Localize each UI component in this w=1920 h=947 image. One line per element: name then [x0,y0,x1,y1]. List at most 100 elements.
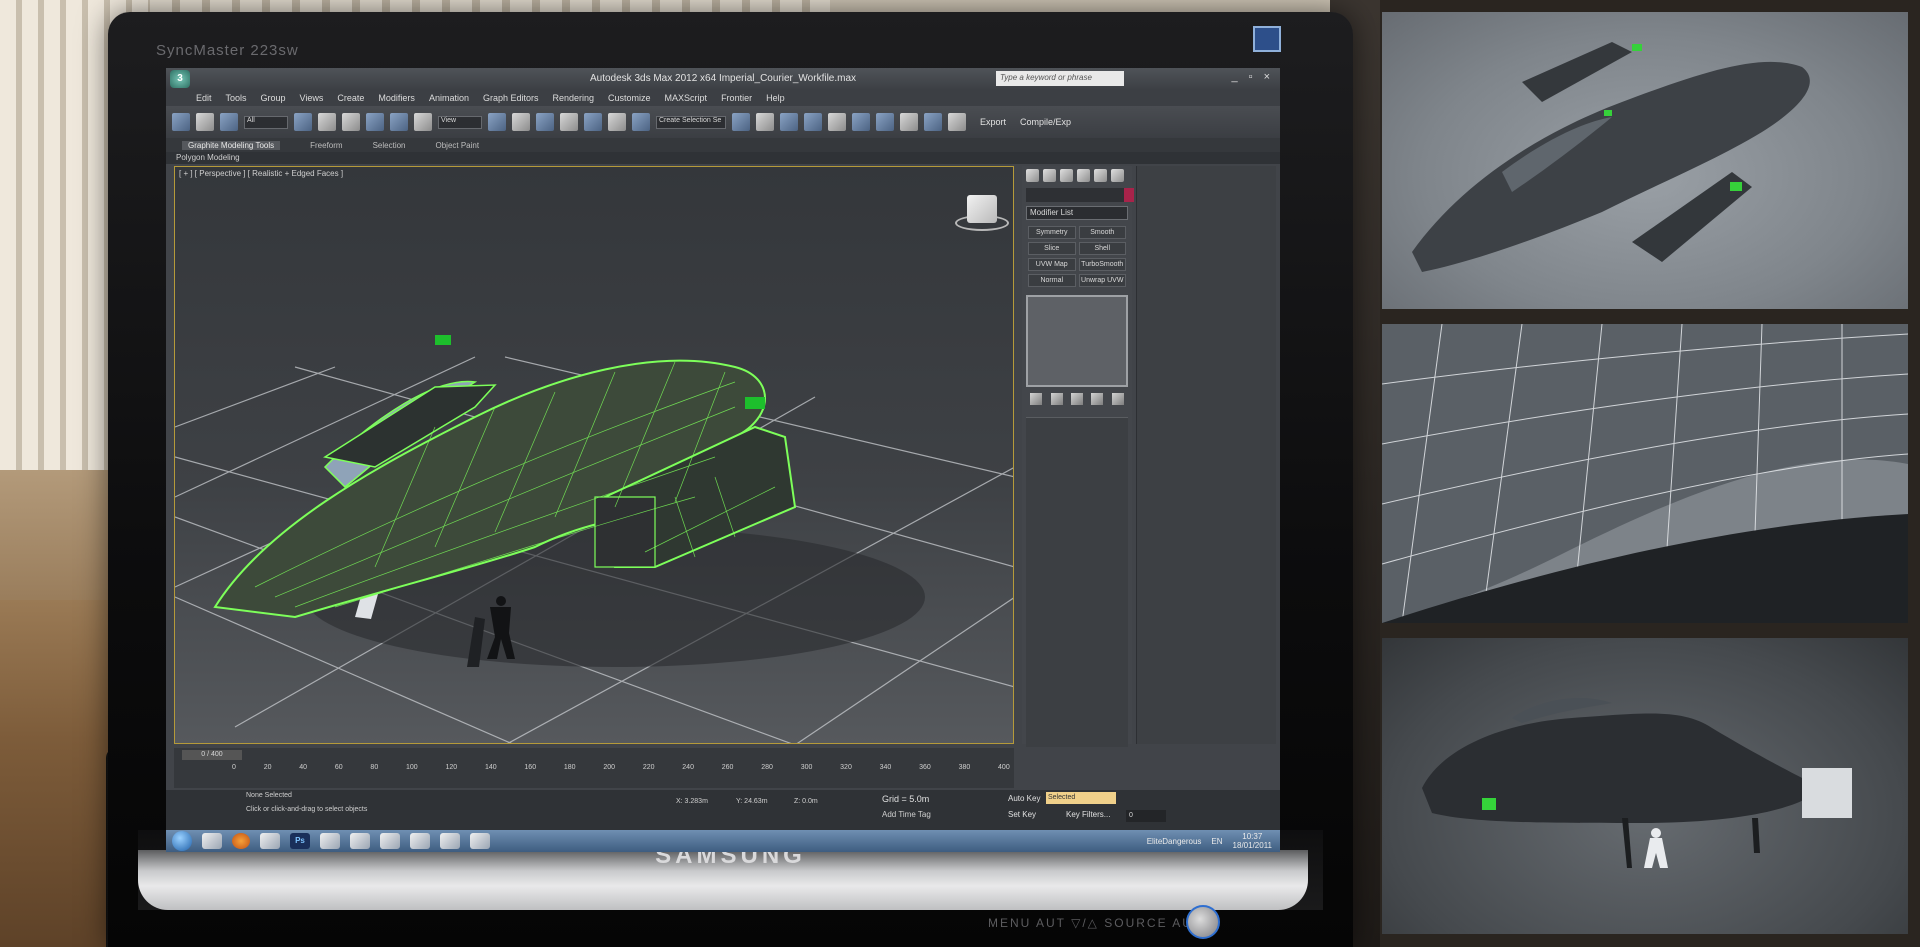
layer-icon[interactable] [780,113,798,131]
modifier-button-uvw-map[interactable]: UVW Map [1028,258,1076,271]
ribbon-tab-graphite-modeling-tools[interactable]: Graphite Modeling Tools [182,140,281,150]
add-time-tag-button[interactable]: Add Time Tag [882,810,931,819]
angle-snap-icon[interactable] [560,113,578,131]
modifier-button-slice[interactable]: Slice [1028,242,1076,255]
material-editor-icon[interactable] [876,113,894,131]
viewport-label[interactable]: [ + ] [ Perspective ] [ Realistic + Edge… [179,169,343,178]
object-name-field[interactable] [1026,188,1134,202]
ribbon-sub-label[interactable]: Polygon Modeling [166,152,1280,164]
modifier-button-normal[interactable]: Normal [1028,274,1076,287]
firefox-icon[interactable] [232,833,250,849]
current-frame-field[interactable]: 0 [1126,810,1166,822]
key-selection-dropdown[interactable]: Selected [1046,792,1116,804]
menu-create[interactable]: Create [337,93,364,103]
modifier-button-smooth[interactable]: Smooth [1078,226,1126,239]
display-tab-icon[interactable] [1094,168,1107,182]
lync-icon[interactable] [440,833,460,849]
modify-tab-icon[interactable] [1043,168,1056,182]
object-color-swatch[interactable] [1124,188,1134,202]
rotate-icon[interactable] [390,113,408,131]
remove-modifier-icon[interactable] [1091,393,1104,405]
named-selection-dropdown[interactable]: Create Selection Se [656,115,726,129]
select-icon[interactable] [294,113,312,131]
key-filters-button[interactable]: Key Filters... [1066,810,1110,819]
3dsmax-icon[interactable] [320,833,340,849]
utilities-tab-icon[interactable] [1111,168,1124,182]
spinner-snap-icon[interactable] [608,113,626,131]
modifier-list-dropdown[interactable]: Modifier List [1026,206,1128,220]
viewcube-icon[interactable] [967,195,997,223]
menu-frontier[interactable]: Frontier [721,93,752,103]
configure-sets-icon[interactable] [1111,393,1124,405]
snap-icon[interactable] [536,113,554,131]
menu-edit[interactable]: Edit [196,93,212,103]
graphite-icon[interactable] [804,113,822,131]
menu-group[interactable]: Group [261,93,286,103]
tray-language[interactable]: EN [1211,837,1222,846]
export-button[interactable]: Export [980,117,1006,127]
modifier-button-unwrap-uvw[interactable]: Unwrap UVW [1078,274,1126,287]
render-icon[interactable] [948,113,966,131]
menu-help[interactable]: Help [766,93,785,103]
menu-customize[interactable]: Customize [608,93,651,103]
motion-tab-icon[interactable] [1077,168,1090,182]
hierarchy-tab-icon[interactable] [1060,168,1073,182]
schematic-icon[interactable] [852,113,870,131]
menu-maxscript[interactable]: MAXScript [665,93,708,103]
ribbon-tab-object-paint[interactable]: Object Paint [436,141,480,150]
scale-icon[interactable] [414,113,432,131]
start-orb-icon[interactable] [172,831,192,851]
link-icon[interactable] [172,113,190,131]
coord-y-field[interactable]: Y: 24.63m [736,798,768,805]
quicktime-icon[interactable] [410,833,430,849]
manipulate-icon[interactable] [512,113,530,131]
selection-filter-dropdown[interactable]: All [244,115,288,129]
timeline[interactable]: 0 / 400 0 20 40 60 80 100 120 140 160 180 200 220 24… [174,748,1014,788]
menu-tools[interactable]: Tools [226,93,247,103]
move-icon[interactable] [366,113,384,131]
modifier-button-turbosmooth[interactable]: TurboSmooth [1078,258,1126,271]
search-input[interactable]: Type a keyword or phrase [996,71,1124,86]
set-key-button[interactable]: Set Key [1008,810,1036,819]
unlink-icon[interactable] [196,113,214,131]
coord-x-field[interactable]: X: 3.283m [676,798,708,805]
modifier-button-shell[interactable]: Shell [1078,242,1126,255]
bind-icon[interactable] [220,113,238,131]
ribbon-tab-selection[interactable]: Selection [373,141,406,150]
select-by-name-icon[interactable] [318,113,336,131]
auto-key-button[interactable]: Auto Key [1008,794,1040,803]
render-setup-icon[interactable] [900,113,918,131]
mirror-icon[interactable] [732,113,750,131]
menu-animation[interactable]: Animation [429,93,469,103]
rect-select-icon[interactable] [342,113,360,131]
edit-named-sel-icon[interactable] [632,113,650,131]
font-icon[interactable] [380,833,400,849]
explorer-icon[interactable] [202,833,222,849]
pin-stack-icon[interactable] [1030,393,1043,405]
menu-modifiers[interactable]: Modifiers [378,93,415,103]
modifier-stack[interactable] [1026,295,1128,387]
show-end-result-icon[interactable] [1050,393,1063,405]
perspective-viewport[interactable]: [ + ] [ Perspective ] [ Realistic + Edge… [174,166,1014,744]
ribbon-tab-freeform[interactable]: Freeform [310,141,342,150]
steam-icon[interactable] [350,833,370,849]
reference-coord-dropdown[interactable]: View [438,115,482,129]
percent-snap-icon[interactable] [584,113,602,131]
create-tab-icon[interactable] [1026,168,1039,182]
menu-graph-editors[interactable]: Graph Editors [483,93,539,103]
menu-views[interactable]: Views [300,93,324,103]
photoshop-icon[interactable]: Ps [290,833,310,849]
modifier-button-symmetry[interactable]: Symmetry [1028,226,1076,239]
time-slider[interactable]: 0 / 400 [182,750,242,760]
menu-rendering[interactable]: Rendering [553,93,595,103]
curve-editor-icon[interactable] [828,113,846,131]
pivot-icon[interactable] [488,113,506,131]
tray-clock[interactable]: 10:37 18/01/2011 [1233,832,1272,850]
folder-icon[interactable] [260,833,280,849]
window-controls[interactable]: _ ▫ × [1231,71,1274,83]
make-unique-icon[interactable] [1070,393,1083,405]
coord-z-field[interactable]: Z: 0.0m [794,798,818,805]
power-button[interactable] [1186,905,1220,939]
render-frame-icon[interactable] [924,113,942,131]
align-icon[interactable] [756,113,774,131]
